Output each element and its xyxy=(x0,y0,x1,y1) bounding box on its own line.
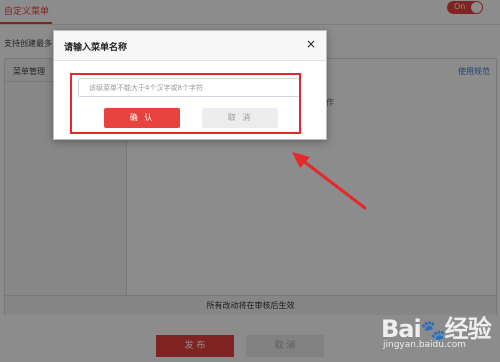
baidu-watermark-logo: Bai🐾经验 xyxy=(381,315,492,343)
baidu-watermark-url: jingyan.baidu.com xyxy=(383,340,467,350)
menu-name-dialog: 请输入菜单名称 × 确 认 取 消 xyxy=(53,30,327,140)
dialog-title: 请输入菜单名称 xyxy=(64,43,128,53)
dialog-header: 请输入菜单名称 × xyxy=(54,31,326,61)
close-icon[interactable]: × xyxy=(306,37,316,51)
annotation-highlight-box xyxy=(70,73,301,134)
